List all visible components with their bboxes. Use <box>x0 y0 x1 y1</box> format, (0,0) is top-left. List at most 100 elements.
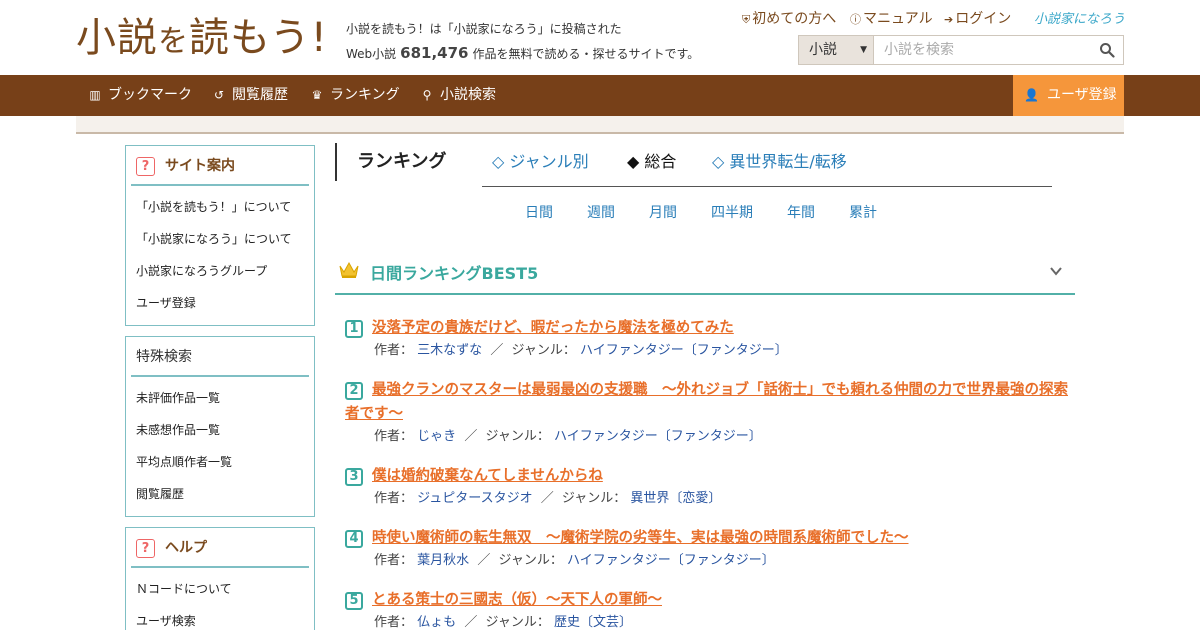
entry-meta: 作者： 三木なずな ／ ジャンル： ハイファンタジー〔ファンタジー〕 <box>345 340 1075 362</box>
sidebar-item-no-review[interactable]: 未感想作品一覧 <box>136 414 304 446</box>
novel-title-link[interactable]: 没落予定の貴族だけど、暇だったから魔法を極めてみた <box>345 316 1075 340</box>
author-link[interactable]: 仏ょも <box>417 615 456 630</box>
question-icon: ? <box>136 157 155 176</box>
sidebar-item-avg-authors[interactable]: 平均点順作者一覧 <box>136 446 304 478</box>
ranking-entry: 3 僕は婚約破棄なんてしませんからね 作者： ジュピタースタジオ ／ ジャンル：… <box>345 464 1075 510</box>
work-count: 681,476 <box>400 44 469 62</box>
separator: ／ <box>490 343 504 358</box>
logo-text: を <box>158 24 189 59</box>
manual-link[interactable]: ⓘ マニュアル <box>850 8 933 28</box>
genre-link[interactable]: 異世界〔恋愛〕 <box>630 491 721 506</box>
entry-meta: 作者： ジュピタースタジオ ／ ジャンル： 異世界〔恋愛〕 <box>345 488 1075 510</box>
author-link[interactable]: ジュピタースタジオ <box>417 491 532 506</box>
author-link[interactable]: じゃき <box>417 429 456 444</box>
author-link[interactable]: 葉月秋水 <box>417 553 469 568</box>
sidebar-item-unrated[interactable]: 未評価作品一覧 <box>136 382 304 414</box>
author-link[interactable]: 三木なずな <box>417 343 482 358</box>
login-icon: ➔ <box>944 13 954 26</box>
genre-link[interactable]: 歴史〔文芸〕 <box>554 615 632 630</box>
nav-bookmark[interactable]: ▥ ブックマーク <box>88 75 192 116</box>
sidebar-item-ncode[interactable]: Ｎコードについて <box>136 573 304 605</box>
nav-search[interactable]: ⚲ 小説検索 <box>420 75 496 116</box>
nav-label: 小説検索 <box>440 87 496 103</box>
sidebar-item-about-yomou[interactable]: 「小説を読もう！」について <box>136 191 304 223</box>
tab-overall[interactable]: ◆ 総合 <box>627 143 676 181</box>
period-total[interactable]: 累計 <box>849 202 877 222</box>
entry-meta: 作者： 葉月秋水 ／ ジャンル： ハイファンタジー〔ファンタジー〕 <box>345 550 1075 572</box>
genre-label: ジャンル： <box>485 429 550 444</box>
separator: ／ <box>477 553 491 568</box>
description-line: 小説を読もう！は「小説家になろう」に投稿された <box>346 22 622 36</box>
period-yearly[interactable]: 年間 <box>787 202 815 222</box>
ranking-entry: 5 とある策士の三國志（仮）～天下人の軍師～ 作者： 仏ょも ／ ジャンル： 歴… <box>345 588 1075 630</box>
genre-link[interactable]: ハイファンタジー〔ファンタジー〕 <box>580 343 788 358</box>
period-weekly[interactable]: 週間 <box>587 202 615 222</box>
separator: ／ <box>464 429 478 444</box>
sidebar-help: ? ヘルプ Ｎコードについて ユーザ検索 <box>125 527 315 630</box>
nav-label: 閲覧履歴 <box>232 87 288 103</box>
site-logo[interactable]: 小説を読もう! <box>76 12 328 68</box>
rank-badge: 2 <box>345 382 363 400</box>
sidebar-item-group[interactable]: 小説家になろうグループ <box>136 255 304 287</box>
user-icon: 👤 <box>1024 88 1039 102</box>
question-circle-icon: ⓘ <box>850 13 861 26</box>
search-input[interactable] <box>875 36 1095 64</box>
novel-title-link[interactable]: とある策士の三國志（仮）～天下人の軍師～ <box>345 588 1075 612</box>
nav-label: ブックマーク <box>108 87 192 103</box>
sidebar-item-about-narou[interactable]: 「小説家になろう」について <box>136 223 304 255</box>
ranking-entry: 2 最強クランのマスターは最弱最凶の支援職 ～外れジョブ「話術士」でも頼れる仲間… <box>345 378 1075 448</box>
search-type-value: 小説 <box>809 42 837 58</box>
narou-partner-logo[interactable]: 小説家になろう <box>1034 8 1125 27</box>
login-link[interactable]: ➔ ログイン <box>944 8 1011 28</box>
period-monthly[interactable]: 月間 <box>649 202 677 222</box>
ranking-entry: 1 没落予定の貴族だけど、暇だったから魔法を極めてみた 作者： 三木なずな ／ … <box>345 316 1075 362</box>
novel-title-link[interactable]: 最強クランのマスターは最弱最凶の支援職 ～外れジョブ「話術士」でも頼れる仲間の力… <box>345 378 1075 426</box>
sidebar-title: サイト案内 <box>165 158 235 174</box>
tab-genre[interactable]: ◇ ジャンル別 <box>492 143 589 181</box>
logo-text: 読もう! <box>189 15 328 61</box>
period-daily[interactable]: 日間 <box>525 202 553 222</box>
search-bar: 小説 ▼ <box>798 35 1124 65</box>
entry-meta: 作者： 仏ょも ／ ジャンル： 歴史〔文芸〕 <box>345 612 1075 630</box>
search-icon[interactable] <box>1099 42 1115 58</box>
nav-ranking[interactable]: ♛ ランキング <box>310 75 400 116</box>
period-quarterly[interactable]: 四半期 <box>711 202 753 222</box>
tab-isekai[interactable]: ◇ 異世界転生/転移 <box>712 143 847 181</box>
genre-link[interactable]: ハイファンタジー〔ファンタジー〕 <box>554 429 762 444</box>
bookmark-icon: ▥ <box>89 88 101 102</box>
register-label: ユーザ登録 <box>1046 87 1117 103</box>
rank-badge: 1 <box>345 320 363 338</box>
description-suffix: 作品を無料で読める・探せるサイトです。 <box>472 47 700 61</box>
best5-header[interactable]: 日間ランキングBEST5 <box>335 251 1075 295</box>
search-icon: ⚲ <box>422 88 432 102</box>
best5-title: 日間ランキングBEST5 <box>370 264 539 283</box>
genre-link[interactable]: ハイファンタジー〔ファンタジー〕 <box>567 553 775 568</box>
shield-icon: ⛨ <box>742 13 751 26</box>
sidebar-heading: ? サイト案内 <box>131 146 309 186</box>
sidebar-heading: 特殊検索 <box>131 337 309 377</box>
sidebar-item-history[interactable]: 閲覧履歴 <box>136 478 304 510</box>
author-label: 作者： <box>374 615 414 630</box>
sidebar-heading: ? ヘルプ <box>131 528 309 568</box>
search-type-select[interactable]: 小説 ▼ <box>799 36 874 64</box>
link-label: 初めての方へ <box>752 11 837 27</box>
beginners-link[interactable]: ⛨ 初めての方へ <box>742 8 836 28</box>
nav-history[interactable]: ↺ 閲覧履歴 <box>212 75 288 116</box>
sidebar-special-search: 特殊検索 未評価作品一覧 未感想作品一覧 平均点順作者一覧 閲覧履歴 <box>125 336 315 517</box>
sidebar-title: ヘルプ <box>165 540 207 556</box>
separator: ／ <box>464 615 478 630</box>
rank-badge: 3 <box>345 468 363 486</box>
sidebar-item-user-search[interactable]: ユーザ検索 <box>136 605 304 630</box>
novel-title-link[interactable]: 僕は婚約破棄なんてしませんからね <box>345 464 1075 488</box>
separator: ／ <box>540 491 554 506</box>
link-label: ログイン <box>955 11 1012 27</box>
chevron-down-icon[interactable] <box>1049 264 1063 278</box>
author-label: 作者： <box>374 429 414 444</box>
nav-label: ランキング <box>330 87 400 103</box>
tab-divider <box>482 186 1052 187</box>
register-button[interactable]: 👤 ユーザ登録 <box>1013 75 1124 116</box>
genre-label: ジャンル： <box>498 553 563 568</box>
sidebar-item-register[interactable]: ユーザ登録 <box>136 287 304 319</box>
crown-icon: ♛ <box>311 88 323 102</box>
novel-title-link[interactable]: 時使い魔術師の転生無双 ～魔術学院の劣等生、実は最強の時間系魔術師でした～ <box>345 526 1075 550</box>
